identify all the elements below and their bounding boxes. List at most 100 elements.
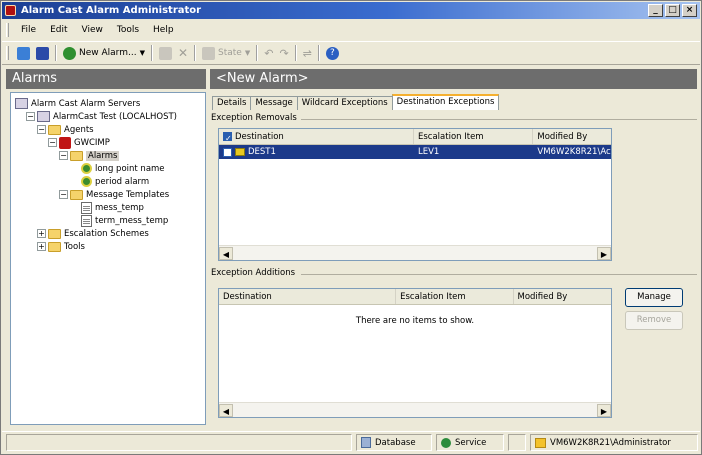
exception-additions-list[interactable]: Destination Escalation Item Modified By … bbox=[218, 288, 612, 418]
horizontal-scrollbar[interactable]: ◀ ▶ bbox=[219, 245, 611, 260]
delete-icon: ✕ bbox=[177, 46, 189, 60]
template-icon bbox=[81, 201, 92, 214]
tab-strip: Details Message Wildcard Exceptions Dest… bbox=[212, 94, 500, 110]
tree-node[interactable]: Alarm Cast Alarm Servers bbox=[11, 97, 205, 110]
row-checkbox[interactable] bbox=[223, 147, 232, 157]
undo-icon: ↶ bbox=[264, 46, 274, 60]
toolbar-separator bbox=[150, 45, 153, 61]
manage-button[interactable]: Manage bbox=[625, 288, 683, 307]
column-escalation-item[interactable]: Escalation Item bbox=[414, 129, 534, 144]
folder-icon bbox=[48, 124, 61, 135]
properties-button[interactable] bbox=[156, 44, 175, 62]
tree-node[interactable]: term_mess_temp bbox=[11, 214, 205, 227]
menu-edit[interactable]: Edit bbox=[43, 25, 74, 35]
scroll-left-icon[interactable]: ◀ bbox=[219, 246, 233, 260]
state-button[interactable]: State ▼ bbox=[199, 44, 253, 62]
menu-file[interactable]: File bbox=[14, 25, 43, 35]
server-icon bbox=[37, 111, 50, 122]
chevron-down-icon: ▼ bbox=[139, 49, 145, 57]
scroll-right-icon[interactable]: ▶ bbox=[597, 246, 611, 260]
tab-message[interactable]: Message bbox=[250, 96, 298, 110]
table-row[interactable]: DEST1 LEV1 VM6W2K8R21\Ac bbox=[219, 145, 611, 159]
horizontal-scrollbar[interactable]: ◀ ▶ bbox=[219, 402, 611, 417]
refresh-button[interactable] bbox=[14, 44, 33, 62]
folder-icon bbox=[48, 241, 61, 252]
exception-additions-label: Exception Additions bbox=[211, 268, 300, 278]
expand-icon[interactable]: + bbox=[37, 229, 46, 238]
menu-help[interactable]: Help bbox=[146, 25, 181, 35]
tree-node[interactable]: − Alarms bbox=[11, 149, 205, 162]
tab-destination-exceptions[interactable]: Destination Exceptions bbox=[391, 94, 500, 110]
undo-button[interactable]: ↶ bbox=[261, 44, 276, 62]
menu-tools[interactable]: Tools bbox=[110, 25, 146, 35]
alarm-icon bbox=[81, 176, 92, 187]
alarm-tree[interactable]: Alarm Cast Alarm Servers − AlarmCast Test … bbox=[10, 92, 206, 425]
list-header: Destination Escalation Item Modified By bbox=[219, 129, 611, 145]
close-button[interactable]: × bbox=[682, 4, 697, 17]
window-title: Alarm Cast Alarm Administrator bbox=[21, 5, 202, 16]
tree-node[interactable]: mess_temp bbox=[11, 201, 205, 214]
select-all-checkbox[interactable] bbox=[223, 131, 232, 144]
redo-button[interactable]: ↷ bbox=[276, 44, 291, 62]
menu-view[interactable]: View bbox=[75, 25, 110, 35]
tree-node-label: long point name bbox=[95, 163, 165, 174]
tree-node[interactable]: − Message Templates bbox=[11, 188, 205, 201]
tree-node-label: Alarm Cast Alarm Servers bbox=[31, 98, 141, 109]
scroll-right-icon[interactable]: ▶ bbox=[597, 403, 611, 417]
state-label: State bbox=[218, 48, 242, 58]
status-panel-blank bbox=[508, 434, 526, 451]
new-alarm-button[interactable]: New Alarm... ▼ bbox=[60, 44, 148, 62]
tree-node-label: period alarm bbox=[95, 176, 150, 187]
collapse-icon[interactable]: − bbox=[26, 112, 35, 121]
tree-node[interactable]: + Escalation Schemes bbox=[11, 227, 205, 240]
tree-node[interactable]: period alarm bbox=[11, 175, 205, 188]
tab-details[interactable]: Details bbox=[212, 96, 252, 110]
maximize-button[interactable]: □ bbox=[665, 4, 680, 17]
redo-icon: ↷ bbox=[279, 46, 289, 60]
tree-node[interactable]: − AlarmCast Test (LOCALHOST) bbox=[11, 110, 205, 123]
filter-icon: ⇌ bbox=[302, 46, 312, 60]
new-alarm-icon bbox=[63, 46, 76, 60]
column-escalation-item[interactable]: Escalation Item bbox=[396, 289, 514, 304]
state-icon bbox=[202, 46, 216, 60]
service-label: Service bbox=[455, 437, 487, 448]
column-destination[interactable]: Destination bbox=[219, 289, 397, 304]
filter-button[interactable]: ⇌ bbox=[300, 44, 315, 62]
empty-list-message: There are no items to show. bbox=[355, 316, 475, 326]
tree-node-label: Alarms bbox=[86, 150, 120, 161]
folder-icon bbox=[70, 189, 83, 200]
remove-button[interactable]: Remove bbox=[625, 311, 683, 330]
scroll-left-icon[interactable]: ◀ bbox=[219, 403, 233, 417]
folder-icon bbox=[48, 228, 61, 239]
tree-node[interactable]: − GWCIMP bbox=[11, 136, 205, 149]
refresh-icon bbox=[17, 46, 30, 60]
status-database: Database bbox=[356, 434, 432, 451]
column-modified-by[interactable]: Modified By bbox=[514, 289, 612, 304]
properties-icon bbox=[158, 46, 172, 60]
minimize-button[interactable]: _ bbox=[648, 4, 663, 17]
tree-node[interactable]: long point name bbox=[11, 162, 205, 175]
exception-removals-list[interactable]: Destination Escalation Item Modified By … bbox=[218, 128, 612, 261]
collapse-icon[interactable]: − bbox=[59, 151, 68, 160]
destination-icon bbox=[235, 148, 245, 156]
collapse-icon[interactable]: − bbox=[37, 125, 46, 134]
status-panel-main bbox=[6, 434, 352, 451]
column-modified-by[interactable]: Modified By bbox=[533, 129, 611, 144]
database-icon bbox=[361, 437, 371, 448]
delete-button[interactable]: ✕ bbox=[175, 44, 191, 62]
collapse-icon[interactable]: − bbox=[48, 138, 57, 147]
tab-wildcard-exceptions[interactable]: Wildcard Exceptions bbox=[296, 96, 393, 110]
tree-node[interactable]: − Agents bbox=[11, 123, 205, 136]
agent-icon bbox=[59, 136, 71, 149]
left-pane-title: Alarms bbox=[6, 69, 206, 89]
app-window: Alarm Cast Alarm Administrator _ □ × Fil… bbox=[0, 0, 702, 455]
chevron-down-icon: ▼ bbox=[244, 49, 251, 57]
expand-icon[interactable]: + bbox=[37, 242, 46, 251]
column-destination[interactable]: Destination bbox=[219, 129, 414, 144]
collapse-icon[interactable]: − bbox=[59, 190, 68, 199]
save-button[interactable] bbox=[33, 44, 52, 62]
help-button[interactable]: ? bbox=[323, 44, 342, 62]
group-divider bbox=[291, 119, 697, 120]
status-user: VM6W2K8R21\Administrator bbox=[530, 434, 698, 451]
tree-node[interactable]: + Tools bbox=[11, 240, 205, 253]
